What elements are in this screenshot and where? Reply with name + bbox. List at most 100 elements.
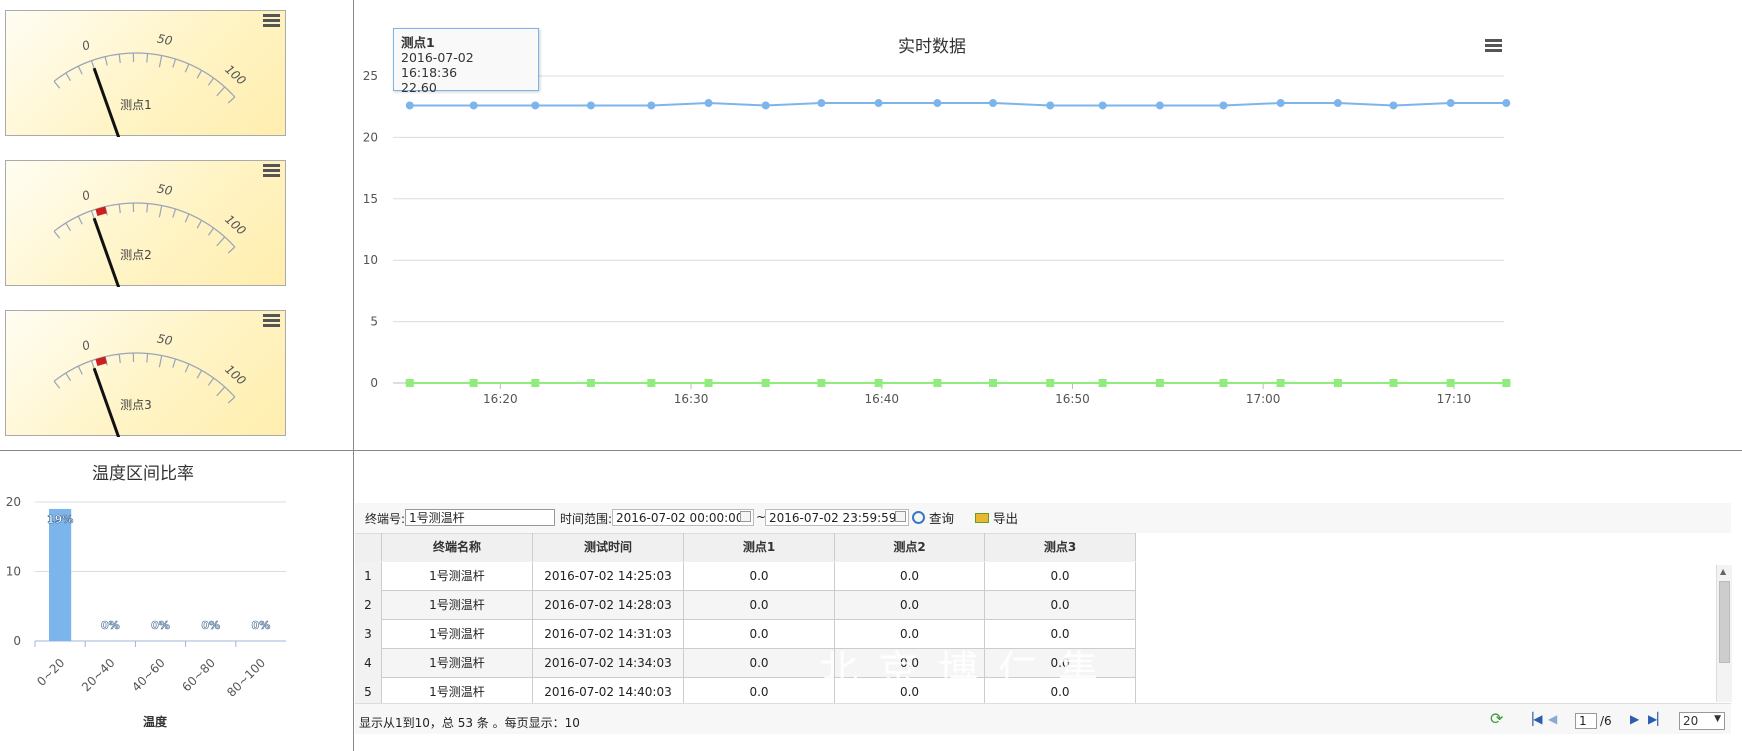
calendar-icon[interactable] <box>740 511 751 522</box>
data-point[interactable] <box>1219 379 1228 387</box>
data-label: 0% <box>151 619 170 632</box>
tooltip-series: 测点1 <box>401 35 435 50</box>
data-point[interactable] <box>1333 379 1342 387</box>
y-tick-label: 25 <box>363 69 378 83</box>
column-header[interactable]: 测点1 <box>684 533 835 561</box>
y-tick-label: 0 <box>13 634 21 648</box>
last-page-icon[interactable]: ▶▏ <box>1648 712 1666 726</box>
data-point[interactable] <box>469 101 478 110</box>
data-point[interactable] <box>586 101 595 110</box>
pager-summary: 显示从1到10，总 53 条 。每页显示：10 <box>359 716 580 730</box>
table-cell: 0.0 <box>684 649 835 678</box>
data-point[interactable] <box>704 99 713 108</box>
end-time-input[interactable] <box>765 509 909 526</box>
terminal-label: 终端号: <box>365 512 406 526</box>
data-point[interactable] <box>704 379 713 387</box>
data-point[interactable] <box>647 101 656 110</box>
bar-chart-xlabel: 温度 <box>143 715 168 729</box>
data-point[interactable] <box>761 101 770 110</box>
table-cell: 2016-07-02 14:28:03 <box>533 591 684 620</box>
data-point[interactable] <box>1333 99 1342 108</box>
start-time-input[interactable] <box>612 509 754 526</box>
data-point[interactable] <box>933 379 942 387</box>
data-point[interactable] <box>1502 99 1511 108</box>
row-number: 1 <box>355 562 382 591</box>
y-tick-label: 20 <box>6 495 21 509</box>
x-tick-label: 60~80 <box>179 656 218 695</box>
data-point[interactable] <box>1046 101 1055 110</box>
data-point[interactable] <box>988 99 997 108</box>
page-size-value: 20 <box>1683 714 1699 728</box>
table-row[interactable]: 2 1号测温杆 2016-07-02 14:28:03 0.0 0.0 0.0 <box>355 591 1136 620</box>
data-label: 0% <box>201 619 220 632</box>
data-point[interactable] <box>1155 101 1164 110</box>
bar[interactable] <box>49 508 72 641</box>
data-point[interactable] <box>405 101 414 110</box>
data-point[interactable] <box>1389 379 1398 387</box>
data-point[interactable] <box>933 99 942 108</box>
data-point[interactable] <box>1276 99 1285 108</box>
data-point[interactable] <box>405 379 414 387</box>
data-point[interactable] <box>1502 379 1511 387</box>
data-point[interactable] <box>1446 99 1455 108</box>
data-point[interactable] <box>1389 101 1398 110</box>
data-point[interactable] <box>1098 379 1107 387</box>
data-point[interactable] <box>531 379 540 387</box>
data-point[interactable] <box>874 99 883 108</box>
y-tick-label: 0 <box>370 376 378 390</box>
export-icon <box>975 513 989 523</box>
data-point[interactable] <box>469 379 478 387</box>
table-row[interactable]: 1 1号测温杆 2016-07-02 14:25:03 0.0 0.0 0.0 <box>355 562 1136 591</box>
prev-page-icon[interactable]: ◀ <box>1548 712 1557 726</box>
page-size-select[interactable]: 20 ▼ <box>1679 712 1725 730</box>
column-header[interactable]: 测点2 <box>835 533 985 561</box>
column-header[interactable]: 测试时间 <box>533 533 684 561</box>
table-cell: 2016-07-02 14:31:03 <box>533 620 684 649</box>
table-cell: 1号测温杆 <box>382 562 533 591</box>
data-point[interactable] <box>817 379 826 387</box>
data-point[interactable] <box>1446 379 1455 387</box>
x-tick-label: 0~20 <box>34 656 67 689</box>
refresh-icon[interactable]: ⟳ <box>1490 709 1503 728</box>
first-page-icon[interactable]: ▕◀ <box>1524 712 1542 726</box>
watermark: 北京博仁集 <box>818 648 1118 694</box>
vertical-scrollbar[interactable]: ▲ <box>1716 565 1732 702</box>
scroll-up-arrow[interactable]: ▲ <box>1720 567 1726 576</box>
data-point[interactable] <box>647 379 656 387</box>
terminal-input[interactable] <box>405 509 555 526</box>
data-point[interactable] <box>1098 101 1107 110</box>
page-number-input[interactable] <box>1575 713 1597 729</box>
data-point[interactable] <box>1046 379 1055 387</box>
search-icon <box>912 511 925 524</box>
table-cell: 0.0 <box>985 562 1136 591</box>
query-button[interactable]: 查询 <box>912 508 954 527</box>
data-point[interactable] <box>817 99 826 108</box>
data-point[interactable] <box>1155 379 1164 387</box>
row-number: 4 <box>355 649 382 678</box>
tooltip-value: 22.60 <box>401 80 437 95</box>
export-label: 导出 <box>992 511 1018 526</box>
next-page-icon[interactable]: ▶ <box>1630 712 1639 726</box>
data-point[interactable] <box>1276 379 1285 387</box>
data-point[interactable] <box>1219 101 1228 110</box>
table-cell: 2016-07-02 14:34:03 <box>533 649 684 678</box>
bar-chart: 0 10 20 19% 0~20 0% 20~40 0% 40~60 0% 60~80 0% 80~10… <box>6 495 286 700</box>
column-header[interactable]: 测点3 <box>985 533 1136 561</box>
calendar-icon[interactable] <box>895 511 906 522</box>
chart-tooltip: 测点1 2016-07-02 16:18:36 22.60 <box>393 28 539 95</box>
row-number: 2 <box>355 591 382 620</box>
data-point[interactable] <box>761 379 770 387</box>
data-point[interactable] <box>988 379 997 387</box>
data-point[interactable] <box>586 379 595 387</box>
data-label: 0% <box>101 619 120 632</box>
x-tick-label: 16:20 <box>483 392 518 406</box>
export-button[interactable]: 导出 <box>975 508 1018 527</box>
y-tick-label: 10 <box>363 253 378 267</box>
x-tick-label: 17:10 <box>1437 392 1472 406</box>
column-header[interactable]: 终端名称 <box>382 533 533 561</box>
table-cell: 1号测温杆 <box>382 591 533 620</box>
scroll-thumb[interactable] <box>1719 581 1730 663</box>
table-cell: 0.0 <box>684 591 835 620</box>
data-point[interactable] <box>874 379 883 387</box>
data-point[interactable] <box>531 101 540 110</box>
